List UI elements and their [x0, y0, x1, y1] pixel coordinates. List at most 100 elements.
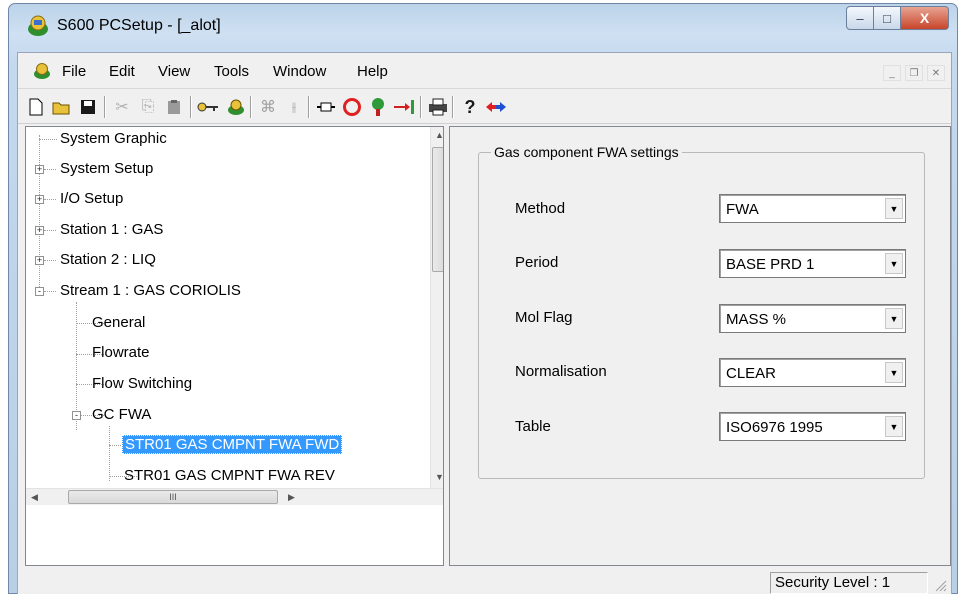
- title-bar[interactable]: S600 PCSetup - [_alot] – □ X: [9, 4, 957, 52]
- tree-item-station-2[interactable]: Station 2 : LIQ: [60, 251, 156, 268]
- client-area: File Edit View Tools Window Help _ ❐ ✕ ✂…: [17, 52, 952, 594]
- window-title: S600 PCSetup - [_alot]: [57, 17, 221, 34]
- table-value: ISO6976 1995: [726, 419, 823, 436]
- scroll-down-icon[interactable]: ▼: [435, 472, 443, 482]
- expand-icon[interactable]: +: [35, 195, 44, 204]
- tree-item-station-1[interactable]: Station 1 : GAS: [60, 221, 163, 238]
- tree-line: [39, 139, 57, 140]
- period-label: Period: [515, 254, 559, 271]
- menu-file[interactable]: File: [62, 63, 86, 80]
- tree-line: [44, 169, 56, 170]
- mdi-minimize-button[interactable]: _: [883, 65, 901, 81]
- app-window: S600 PCSetup - [_alot] – □ X File Edit V…: [8, 3, 958, 594]
- mol-flag-label: Mol Flag: [515, 309, 573, 326]
- scroll-up-icon[interactable]: ▲: [435, 130, 443, 140]
- group-title: Gas component FWA settings: [491, 144, 682, 160]
- expand-icon[interactable]: +: [35, 226, 44, 235]
- paste-icon[interactable]: [162, 95, 186, 119]
- network-icon[interactable]: ⌘: [256, 95, 280, 119]
- tree-item-gc-fwa[interactable]: GC FWA: [92, 406, 151, 423]
- toolbar: ✂ ⎘ ⌘ ⫲ ?: [18, 90, 951, 124]
- menu-tools[interactable]: Tools: [214, 63, 249, 80]
- collapse-icon[interactable]: -: [35, 287, 44, 296]
- chevron-down-icon[interactable]: ▼: [885, 362, 903, 383]
- tree-line: [39, 135, 40, 295]
- scroll-left-icon[interactable]: ◀: [31, 492, 38, 503]
- toolbar-separator: [104, 96, 106, 118]
- resize-grip-icon[interactable]: [933, 578, 947, 592]
- tree-view[interactable]: + + + + - - System Graphic System Setup …: [25, 126, 444, 566]
- tree-item-system-graphic[interactable]: System Graphic: [60, 130, 167, 147]
- period-select[interactable]: BASE PRD 1 ▼: [719, 249, 906, 278]
- fwa-settings-group: Gas component FWA settings Method FWA ▼ …: [478, 144, 925, 479]
- toolbar-separator: [190, 96, 192, 118]
- io-icon[interactable]: ⫲: [282, 95, 306, 119]
- tree-hscroll-thumb[interactable]: III: [68, 490, 278, 504]
- tree-item-fwa-rev[interactable]: STR01 GAS CMPNT FWA REV: [124, 467, 335, 484]
- period-value: BASE PRD 1: [726, 256, 815, 273]
- mdi-restore-button[interactable]: ❐: [905, 65, 923, 81]
- toolbar-separator: [308, 96, 310, 118]
- mol-flag-select[interactable]: MASS % ▼: [719, 304, 906, 333]
- tree-line: [109, 426, 110, 481]
- tree-vertical-scrollbar[interactable]: ▲ ▼: [430, 127, 443, 488]
- mol-flag-value: MASS %: [726, 311, 787, 328]
- tree-vscroll-thumb[interactable]: [432, 147, 443, 272]
- chevron-down-icon[interactable]: ▼: [885, 308, 903, 329]
- open-icon[interactable]: [50, 95, 74, 119]
- tree-item-flowrate[interactable]: Flowrate: [92, 344, 150, 361]
- method-value: FWA: [726, 201, 759, 218]
- module-icon[interactable]: [314, 95, 338, 119]
- tree-item-fwa-fwd[interactable]: STR01 GAS CMPNT FWA FWD: [122, 435, 343, 454]
- tree-item-flow-switching[interactable]: Flow Switching: [92, 375, 192, 392]
- cut-icon[interactable]: ✂: [110, 95, 134, 119]
- settings-pane: Gas component FWA settings Method FWA ▼ …: [449, 126, 951, 566]
- menu-view[interactable]: View: [158, 63, 190, 80]
- tree-item-stream-1[interactable]: Stream 1 : GAS CORIOLIS: [60, 282, 241, 299]
- mdi-buttons: _ ❐ ✕: [883, 65, 945, 81]
- new-icon[interactable]: [24, 95, 48, 119]
- method-select[interactable]: FWA ▼: [719, 194, 906, 223]
- copy-icon[interactable]: ⎘: [136, 95, 160, 119]
- stop-icon[interactable]: [340, 95, 364, 119]
- chevron-down-icon[interactable]: ▼: [885, 416, 903, 437]
- tree-item-io-setup[interactable]: I/O Setup: [60, 190, 123, 207]
- maximize-button[interactable]: □: [874, 6, 901, 30]
- context-help-icon[interactable]: [484, 95, 508, 119]
- tree-item-general[interactable]: General: [92, 314, 145, 331]
- tree-line: [44, 260, 56, 261]
- download-icon[interactable]: [392, 95, 416, 119]
- toolbar-separator: [452, 96, 454, 118]
- normalisation-label: Normalisation: [515, 363, 607, 380]
- expand-icon[interactable]: +: [35, 256, 44, 265]
- toolbar-separator: [420, 96, 422, 118]
- caption-buttons: – □ X: [846, 6, 949, 34]
- close-button[interactable]: X: [901, 6, 949, 30]
- menu-help[interactable]: Help: [357, 63, 388, 80]
- print-icon[interactable]: [426, 95, 450, 119]
- tree-line: [44, 199, 56, 200]
- key-icon[interactable]: [196, 95, 220, 119]
- collapse-icon[interactable]: -: [72, 411, 81, 420]
- menu-window[interactable]: Window: [273, 63, 326, 80]
- tree-item-system-setup[interactable]: System Setup: [60, 160, 153, 177]
- expand-icon[interactable]: +: [35, 165, 44, 174]
- chevron-down-icon[interactable]: ▼: [885, 253, 903, 274]
- menu-edit[interactable]: Edit: [109, 63, 135, 80]
- menu-bar: File Edit View Tools Window Help _ ❐ ✕: [18, 53, 951, 89]
- normalisation-select[interactable]: CLEAR ▼: [719, 358, 906, 387]
- help-icon[interactable]: ?: [458, 95, 482, 119]
- status-bar: Security Level : 1: [18, 569, 951, 594]
- document-icon[interactable]: [32, 61, 52, 81]
- station-icon[interactable]: [366, 95, 390, 119]
- mdi-close-button[interactable]: ✕: [927, 65, 945, 81]
- save-icon[interactable]: [76, 95, 100, 119]
- table-label: Table: [515, 418, 551, 435]
- tree-horizontal-scrollbar[interactable]: ◀ III ▶: [26, 488, 443, 505]
- normalisation-value: CLEAR: [726, 365, 777, 382]
- connect-icon[interactable]: [224, 95, 248, 119]
- scroll-right-icon[interactable]: ▶: [288, 492, 295, 503]
- minimize-button[interactable]: –: [846, 6, 874, 30]
- chevron-down-icon[interactable]: ▼: [885, 198, 903, 219]
- table-select[interactable]: ISO6976 1995 ▼: [719, 412, 906, 441]
